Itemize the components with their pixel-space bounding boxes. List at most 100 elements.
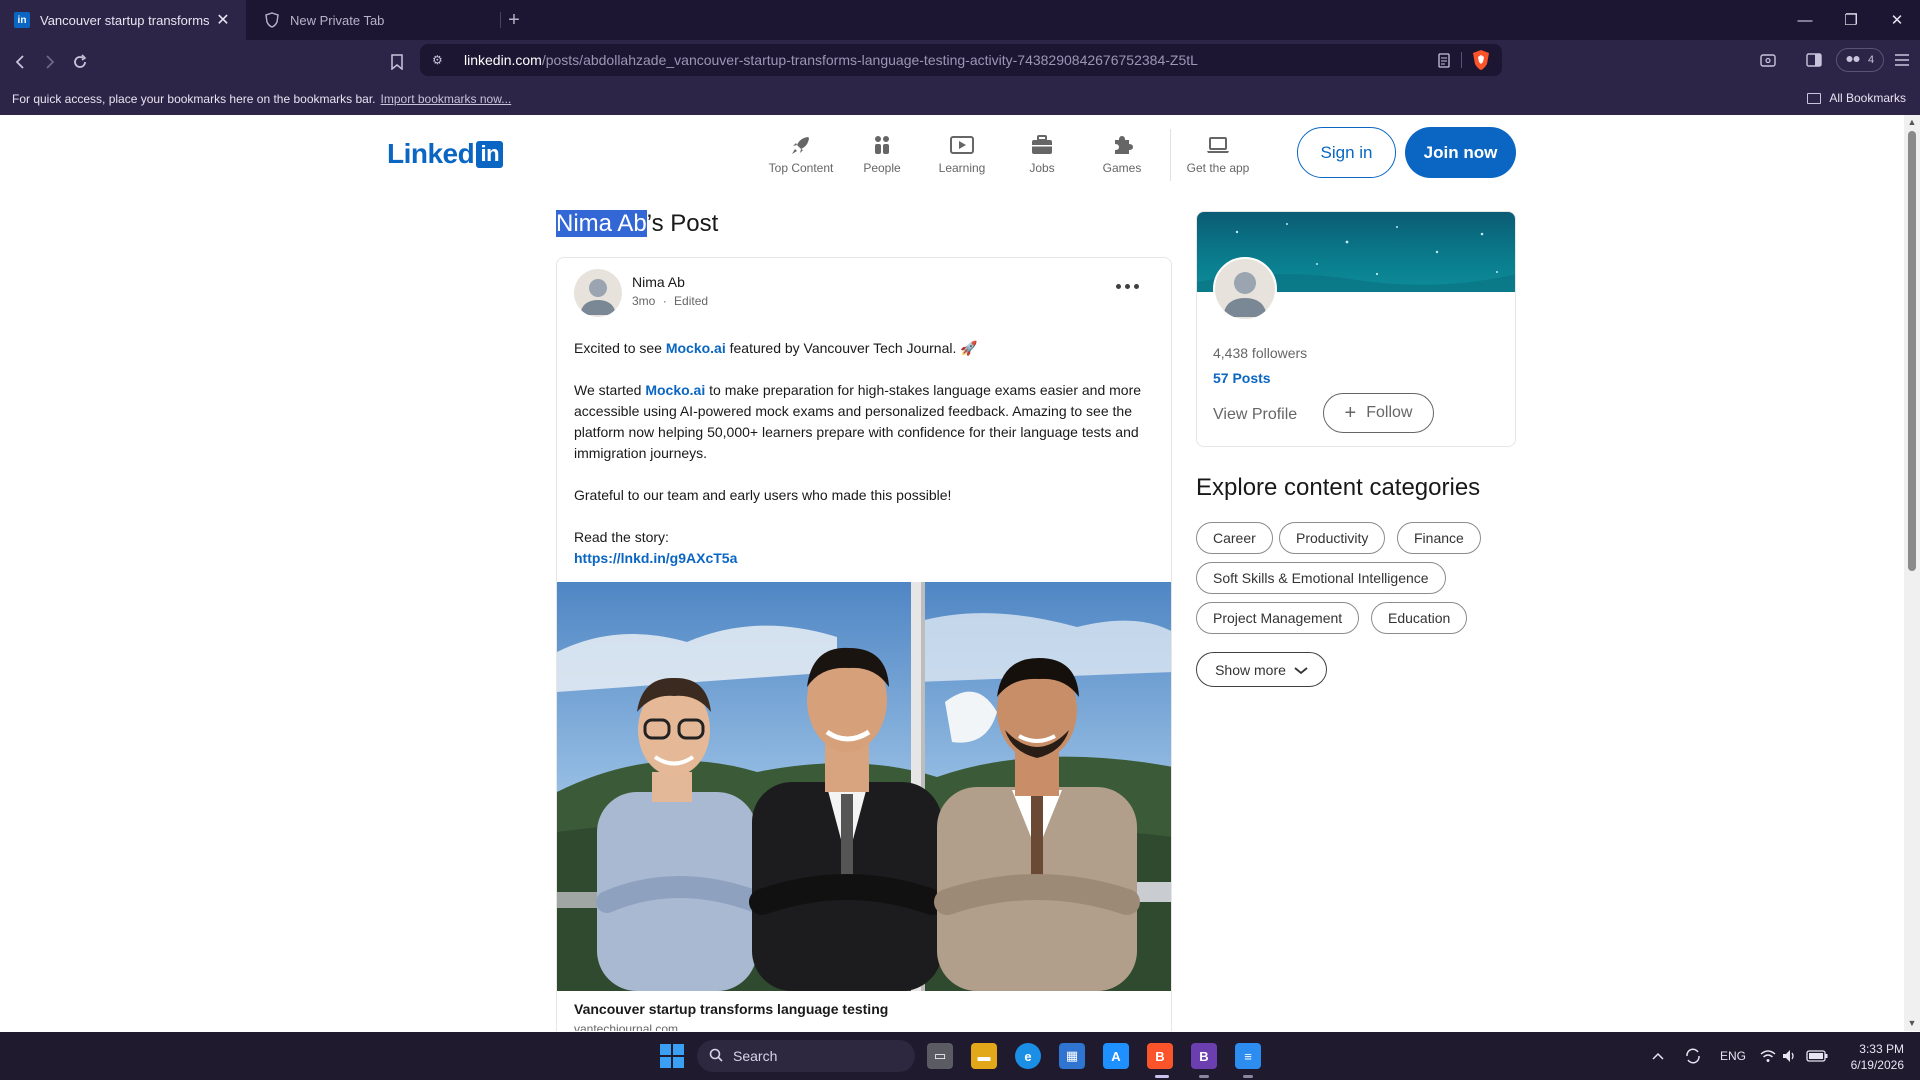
brave-shields-icon[interactable] <box>1470 48 1492 72</box>
tab-private[interactable]: New Private Tab <box>250 0 500 40</box>
taskbar-search[interactable]: Search <box>697 1040 915 1072</box>
author-avatar[interactable] <box>574 269 622 317</box>
category-chip-soft-skills[interactable]: Soft Skills & Emotional Intelligence <box>1196 562 1446 594</box>
windows-taskbar <box>0 1032 1920 1080</box>
follow-button[interactable]: + Follow <box>1323 393 1434 433</box>
sign-in-button[interactable]: Sign in <box>1297 127 1396 178</box>
read-story-label: Read the story: <box>574 529 669 545</box>
category-chip-education[interactable]: Education <box>1371 602 1468 634</box>
post-edited: Edited <box>674 294 709 308</box>
posts-link[interactable]: 57 Posts <box>1213 370 1271 386</box>
scroll-up-icon[interactable]: ▲ <box>1907 117 1917 127</box>
article-title[interactable]: Vancouver startup transforms language te… <box>574 1001 888 1017</box>
app-indicator <box>1243 1075 1253 1078</box>
language-indicator[interactable]: ENG <box>1720 1040 1746 1072</box>
profile-avatar[interactable] <box>1213 257 1277 321</box>
nav-divider <box>1170 129 1171 181</box>
author-name[interactable]: Nima Ab <box>632 274 685 290</box>
clock-date: 6/19/2026 <box>1850 1058 1904 1072</box>
linkedin-logo[interactable]: Linked in <box>387 138 504 170</box>
notepad-icon[interactable]: ≡ <box>1235 1043 1261 1069</box>
task-view-icon[interactable]: ▭ <box>927 1043 953 1069</box>
battery-icon[interactable] <box>1806 1040 1828 1072</box>
nav-learning[interactable]: Learning <box>922 133 1002 175</box>
url-path: /posts/abdollahzade_vancouver-startup-tr… <box>541 52 1198 68</box>
store-icon[interactable]: ▦ <box>1059 1043 1085 1069</box>
volume-icon[interactable] <box>1782 1040 1798 1072</box>
new-tab-icon[interactable]: + <box>502 8 526 32</box>
bookmarks-prompt: For quick access, place your bookmarks h… <box>12 92 376 106</box>
brave-taskbar-icon[interactable]: B <box>1147 1043 1173 1069</box>
nav-people[interactable]: People <box>842 133 922 175</box>
category-chip-finance[interactable]: Finance <box>1397 522 1481 554</box>
post-body: Excited to see Mocko.ai featured by Vanc… <box>574 338 1159 569</box>
rocket-icon <box>789 133 813 157</box>
app-indicator <box>1199 1075 1209 1078</box>
post-paragraph: Excited to see Mocko.ai featured by Vanc… <box>574 340 978 356</box>
category-chip-career[interactable]: Career <box>1196 522 1273 554</box>
sidebar-icon[interactable] <box>1802 48 1826 72</box>
mocko-link[interactable]: Mocko.ai <box>666 340 726 356</box>
scroll-thumb[interactable] <box>1908 131 1916 571</box>
nav-top-content[interactable]: Top Content <box>761 133 841 175</box>
article-image[interactable] <box>557 582 1171 991</box>
follow-label: Follow <box>1366 404 1413 421</box>
logo-in-box: in <box>476 140 504 168</box>
tray-overflow-icon[interactable] <box>1652 1040 1664 1072</box>
private-shield-icon <box>264 12 280 28</box>
taskbar-clock[interactable]: 3:33 PM 6/19/2026 <box>1840 1041 1904 1073</box>
linkedin-favicon-icon: in <box>14 12 30 28</box>
brave-private-icon[interactable]: B <box>1191 1043 1217 1069</box>
bookmark-icon[interactable] <box>383 48 411 76</box>
minimize-icon[interactable]: — <box>1782 0 1828 40</box>
close-window-icon[interactable]: ✕ <box>1874 0 1920 40</box>
windows-start-icon[interactable] <box>660 1044 684 1068</box>
sync-icon[interactable] <box>1684 1040 1702 1072</box>
wifi-icon[interactable] <box>1760 1040 1776 1072</box>
reader-mode-icon[interactable] <box>1434 50 1454 70</box>
followers-count: 4,438 followers <box>1213 345 1308 361</box>
nav-get-the-app[interactable]: Get the app <box>1178 133 1258 175</box>
join-now-button[interactable]: Join now <box>1405 127 1516 178</box>
category-chip-project-management[interactable]: Project Management <box>1196 602 1360 634</box>
tab-active[interactable]: in Vancouver startup transforms language… <box>0 0 246 40</box>
tab-title: New Private Tab <box>290 12 385 28</box>
edge-icon[interactable]: e <box>1015 1043 1041 1069</box>
all-bookmarks-button[interactable]: All Bookmarks <box>1807 86 1906 110</box>
category-chip-productivity[interactable]: Productivity <box>1279 522 1386 554</box>
plus-icon: + <box>1344 402 1357 424</box>
menu-icon[interactable] <box>1890 48 1914 72</box>
nav-label: Games <box>1102 161 1142 175</box>
forward-icon[interactable] <box>36 48 64 76</box>
search-placeholder: Search <box>733 1048 778 1064</box>
story-link[interactable]: https://lnkd.in/g9AXcT5a <box>574 548 1159 569</box>
laptop-icon <box>1206 133 1230 157</box>
wallet-icon[interactable] <box>1756 48 1780 72</box>
tab-close-icon[interactable]: ✕ <box>214 11 232 29</box>
show-more-button[interactable]: Show more <box>1196 652 1327 687</box>
tab-title: Vancouver startup transforms language te… <box>40 12 214 28</box>
restore-icon[interactable]: ❐ <box>1828 0 1874 40</box>
clock-time: 3:33 PM <box>1859 1042 1904 1056</box>
view-profile-link[interactable]: View Profile <box>1213 406 1297 424</box>
post-paragraph: We started Mocko.ai to make preparation … <box>574 382 1142 461</box>
page-scrollbar[interactable]: ▲ ▼ <box>1904 115 1920 1031</box>
reload-icon[interactable] <box>66 48 94 76</box>
search-icon <box>709 1048 723 1065</box>
mocko-link[interactable]: Mocko.ai <box>645 382 705 398</box>
app-a-icon[interactable]: A <box>1103 1043 1129 1069</box>
import-bookmarks-link[interactable]: Import bookmarks now... <box>381 92 512 106</box>
nav-games[interactable]: Games <box>1082 133 1162 175</box>
all-bookmarks-label: All Bookmarks <box>1829 91 1906 105</box>
address-bar[interactable]: ⚙ linkedin.com /posts/abdollahzade_vanco… <box>420 44 1502 76</box>
vpn-count: 4 <box>1867 54 1875 66</box>
file-explorer-icon[interactable]: ▬ <box>971 1043 997 1069</box>
vpn-button[interactable]: 4 <box>1836 48 1884 72</box>
meta-separator: · <box>662 294 667 308</box>
article-source: vantechjournal.com <box>574 1022 679 1031</box>
nav-jobs[interactable]: Jobs <box>1002 133 1082 175</box>
site-settings-icon[interactable]: ⚙ <box>432 53 450 67</box>
back-icon[interactable] <box>6 48 34 76</box>
scroll-down-icon[interactable]: ▼ <box>1907 1018 1917 1028</box>
more-options-icon[interactable] <box>1110 276 1144 296</box>
